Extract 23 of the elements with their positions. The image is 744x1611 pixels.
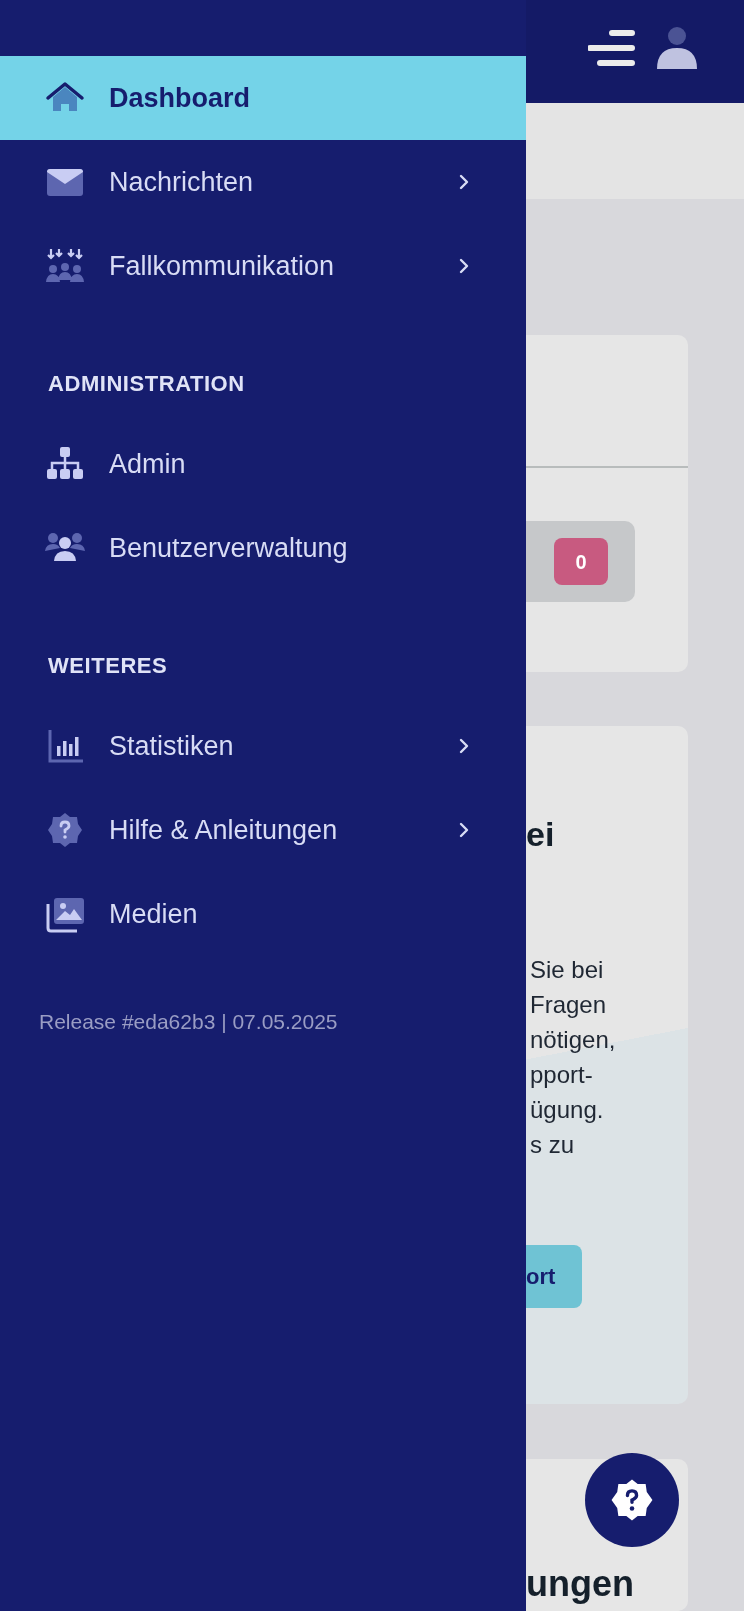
count-badge: 0 <box>554 538 608 586</box>
text-line: s zu <box>529 1130 575 1161</box>
menu-item[interactable]: Nachrichten <box>0 140 526 224</box>
text-line: nötigen, <box>529 1025 617 1056</box>
user-icon[interactable] <box>656 27 698 70</box>
menu-item[interactable]: Statistiken <box>0 704 526 788</box>
card-title: ei <box>526 814 556 856</box>
text-line: pport- <box>529 1060 594 1091</box>
card-title: ungen <box>526 1563 634 1604</box>
support-button[interactable]: ort <box>526 1245 582 1309</box>
text-line: Sie bei <box>529 955 605 986</box>
menu-item[interactable]: Hilfe & Anleitungen <box>0 788 526 872</box>
text-line: ügung. <box>529 1095 605 1126</box>
menu-item[interactable]: Admin <box>0 422 526 506</box>
section-heading: ADMINISTRATION <box>47 370 246 398</box>
menu-item[interactable]: Medien <box>0 872 526 956</box>
menu-item[interactable]: Fallkommunikation <box>0 224 526 308</box>
menu-item[interactable]: Benutzerverwaltung <box>0 506 526 590</box>
release-info: Release #eda62b3 | 07.05.2025 <box>38 1009 339 1035</box>
menu-icon[interactable] <box>588 29 636 68</box>
section-heading: WEITERES <box>47 652 169 680</box>
menu-item[interactable]: Dashboard <box>0 56 526 140</box>
text-line: Fragen <box>529 990 608 1021</box>
